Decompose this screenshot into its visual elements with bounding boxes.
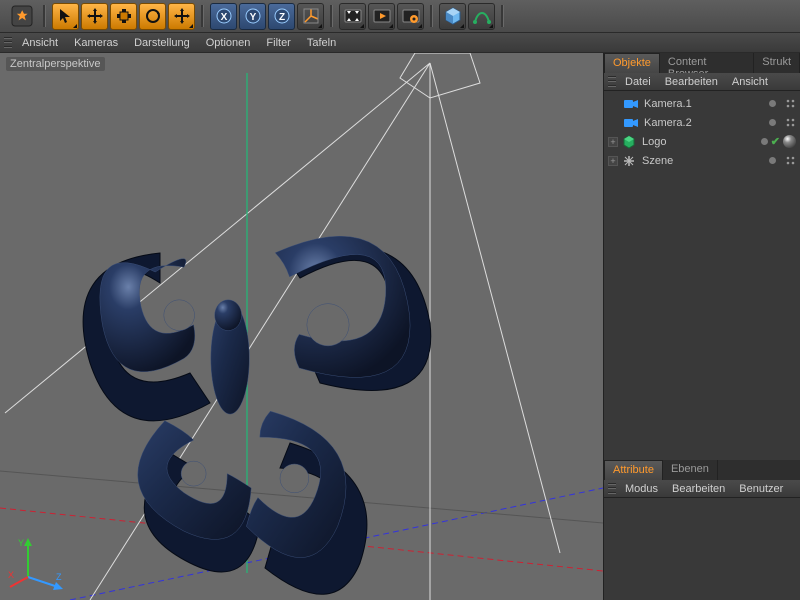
svg-text:X: X — [8, 570, 14, 580]
camera-icon — [623, 116, 639, 130]
attribute-menu: Modus Bearbeiten Benutzer — [604, 480, 800, 498]
view-menu-ansicht[interactable]: Ansicht — [16, 35, 64, 51]
om-menu-datei[interactable]: Datei — [620, 75, 656, 89]
layer-dots-icon[interactable] — [786, 156, 796, 166]
edit-mode-icon[interactable] — [4, 3, 39, 30]
om-menu-bearbeiten[interactable]: Bearbeiten — [660, 75, 723, 89]
render-pv-button[interactable] — [368, 3, 395, 30]
tab-attribute[interactable]: Attribute — [604, 460, 663, 480]
tool-group-select — [50, 0, 197, 32]
main-toolbar: X Y Z — [0, 0, 800, 33]
x-axis-toggle[interactable]: X — [210, 3, 237, 30]
view-menu-filter[interactable]: Filter — [260, 35, 296, 51]
attribute-tabs: Attribute Ebenen — [604, 460, 800, 480]
separator — [499, 0, 506, 32]
tab-ebenen[interactable]: Ebenen — [663, 460, 718, 480]
viewport-3d[interactable]: Zentralperspektive — [0, 53, 603, 600]
svg-text:Y: Y — [249, 12, 256, 23]
view-menu-optionen[interactable]: Optionen — [200, 35, 257, 51]
cube-icon — [621, 135, 637, 149]
last-tool[interactable] — [168, 3, 195, 30]
object-tree[interactable]: Kamera.1 Kamera.2 + Logo ✔ + Szene — [604, 91, 800, 173]
separator — [328, 0, 335, 32]
expand-toggle[interactable]: + — [608, 156, 618, 166]
object-row-kamera2[interactable]: Kamera.2 — [604, 113, 800, 132]
move-tool[interactable] — [81, 3, 108, 30]
null-icon — [621, 154, 637, 168]
viewport-menubar: Ansicht Kameras Darstellung Optionen Fil… — [0, 33, 800, 53]
live-select-tool[interactable] — [52, 3, 79, 30]
scene-render — [0, 53, 603, 600]
object-row-logo[interactable]: + Logo ✔ — [604, 132, 800, 151]
z-axis-toggle[interactable]: Z — [268, 3, 295, 30]
tool-group-object — [437, 0, 497, 32]
camera-icon — [623, 97, 639, 111]
main-area: Zentralperspektive — [0, 53, 800, 600]
right-panel: Objekte Content Browser Strukt Datei Bea… — [603, 53, 800, 600]
axis-gizmo[interactable]: Y Z X — [8, 532, 68, 592]
layer-dots-icon[interactable] — [786, 99, 796, 109]
panel-spacer — [604, 173, 800, 460]
object-row-szene[interactable]: + Szene — [604, 151, 800, 170]
object-row-kamera1[interactable]: Kamera.1 — [604, 94, 800, 113]
y-axis-toggle[interactable]: Y — [239, 3, 266, 30]
add-spline-button[interactable] — [468, 3, 495, 30]
svg-text:Z: Z — [278, 12, 284, 23]
am-menu-benutzer[interactable]: Benutzer — [734, 482, 788, 496]
view-menu-tafeln[interactable]: Tafeln — [301, 35, 342, 51]
layer-dots-icon[interactable] — [786, 118, 796, 128]
am-menu-bearbeiten[interactable]: Bearbeiten — [667, 482, 730, 496]
grip-handle-icon[interactable] — [4, 36, 12, 50]
separator — [428, 0, 435, 32]
tool-group-axis: X Y Z — [208, 0, 326, 32]
svg-text:Z: Z — [56, 572, 62, 582]
svg-text:Y: Y — [18, 538, 24, 548]
grip-handle-icon[interactable] — [608, 482, 616, 496]
tab-objekte[interactable]: Objekte — [604, 53, 660, 73]
attribute-manager: Attribute Ebenen Modus Bearbeiten Benutz… — [604, 460, 800, 600]
coord-system-button[interactable] — [297, 3, 324, 30]
object-manager-menu: Datei Bearbeiten Ansicht — [604, 73, 800, 91]
scale-tool[interactable] — [110, 3, 137, 30]
view-menu-kameras[interactable]: Kameras — [68, 35, 124, 51]
tool-group-render — [337, 0, 426, 32]
render-settings-button[interactable] — [397, 3, 424, 30]
render-view-button[interactable] — [339, 3, 366, 30]
grip-handle-icon[interactable] — [608, 75, 616, 89]
object-manager-tabs: Objekte Content Browser Strukt — [604, 53, 800, 73]
tab-content-browser[interactable]: Content Browser — [660, 53, 754, 73]
check-icon[interactable]: ✔ — [771, 135, 780, 148]
separator — [199, 0, 206, 32]
attribute-body[interactable] — [604, 498, 800, 600]
rotate-tool[interactable] — [139, 3, 166, 30]
tab-struktur[interactable]: Strukt — [754, 53, 800, 73]
expand-toggle[interactable]: + — [608, 137, 618, 147]
am-menu-modus[interactable]: Modus — [620, 482, 663, 496]
material-ball-icon[interactable] — [783, 135, 796, 148]
add-primitive-button[interactable] — [439, 3, 466, 30]
svg-text:X: X — [220, 12, 227, 23]
separator — [41, 0, 48, 32]
om-menu-ansicht[interactable]: Ansicht — [727, 75, 773, 89]
view-menu-darstellung[interactable]: Darstellung — [128, 35, 196, 51]
